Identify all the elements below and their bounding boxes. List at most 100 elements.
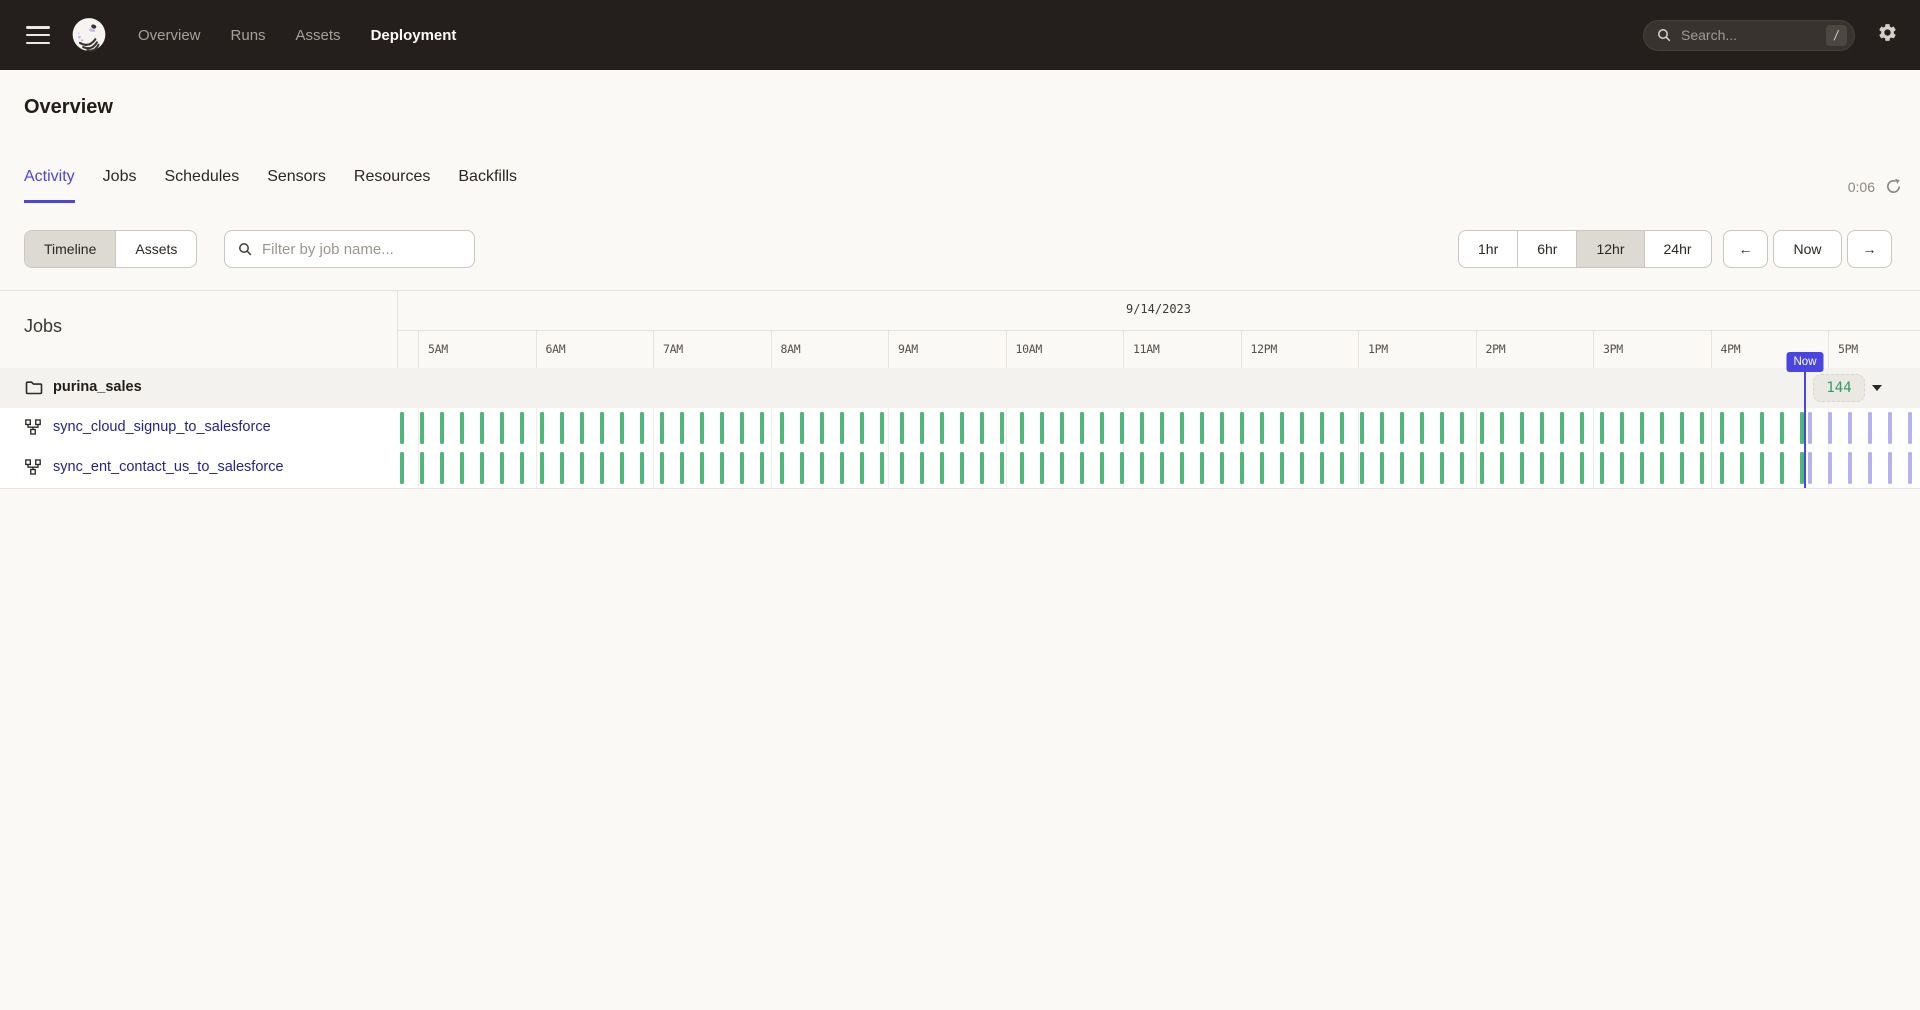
run-tick[interactable] [1400, 412, 1404, 444]
scheduled-run-tick[interactable] [1848, 452, 1852, 484]
run-tick[interactable] [720, 412, 724, 444]
run-tick[interactable] [1660, 412, 1664, 444]
run-count-badge[interactable]: 144 [1813, 374, 1865, 402]
run-tick[interactable] [1620, 412, 1624, 444]
range-6hr[interactable]: 6hr [1517, 231, 1576, 267]
run-tick[interactable] [1680, 412, 1684, 444]
run-tick[interactable] [1160, 412, 1164, 444]
run-tick[interactable] [1220, 452, 1224, 484]
job-filter-input[interactable]: Filter by job name... [224, 230, 475, 268]
run-tick[interactable] [1480, 452, 1484, 484]
search-input[interactable]: Search... / [1643, 20, 1855, 51]
run-tick[interactable] [440, 452, 444, 484]
tab-activity[interactable]: Activity [24, 168, 75, 203]
run-tick[interactable] [1440, 452, 1444, 484]
run-tick[interactable] [400, 452, 404, 484]
run-tick[interactable] [620, 452, 624, 484]
nav-item-overview[interactable]: Overview [138, 27, 201, 44]
run-tick[interactable] [480, 412, 484, 444]
run-tick[interactable] [660, 452, 664, 484]
scheduled-run-tick[interactable] [1868, 452, 1872, 484]
tab-jobs[interactable]: Jobs [103, 168, 137, 203]
run-tick[interactable] [1240, 412, 1244, 444]
timeline-next-button[interactable]: → [1847, 230, 1892, 268]
run-tick[interactable] [1700, 452, 1704, 484]
hamburger-menu-icon[interactable] [26, 26, 50, 44]
run-tick[interactable] [940, 452, 944, 484]
run-tick[interactable] [1360, 412, 1364, 444]
run-tick[interactable] [1760, 412, 1764, 444]
run-tick[interactable] [1260, 452, 1264, 484]
scheduled-run-tick[interactable] [1888, 452, 1892, 484]
range-1hr[interactable]: 1hr [1459, 231, 1517, 267]
run-tick[interactable] [1780, 412, 1784, 444]
run-tick[interactable] [1640, 412, 1644, 444]
nav-item-assets[interactable]: Assets [296, 27, 341, 44]
run-tick[interactable] [440, 412, 444, 444]
run-tick[interactable] [1200, 452, 1204, 484]
run-tick[interactable] [1000, 412, 1004, 444]
run-tick[interactable] [840, 452, 844, 484]
run-tick[interactable] [1500, 452, 1504, 484]
run-tick[interactable] [1580, 412, 1584, 444]
run-tick[interactable] [820, 412, 824, 444]
run-tick[interactable] [1320, 452, 1324, 484]
tab-schedules[interactable]: Schedules [164, 168, 239, 203]
run-tick[interactable] [600, 452, 604, 484]
run-tick[interactable] [420, 452, 424, 484]
run-tick[interactable] [560, 412, 564, 444]
run-tick[interactable] [1260, 412, 1264, 444]
run-tick[interactable] [900, 452, 904, 484]
run-tick[interactable] [1520, 412, 1524, 444]
run-tick[interactable] [1040, 412, 1044, 444]
tab-backfills[interactable]: Backfills [458, 168, 517, 203]
run-tick[interactable] [1780, 452, 1784, 484]
run-tick[interactable] [1380, 452, 1384, 484]
run-tick[interactable] [1760, 452, 1764, 484]
run-tick[interactable] [1520, 452, 1524, 484]
run-tick[interactable] [500, 452, 504, 484]
run-tick[interactable] [1540, 412, 1544, 444]
run-tick[interactable] [1300, 412, 1304, 444]
run-tick[interactable] [1400, 452, 1404, 484]
run-tick[interactable] [1560, 412, 1564, 444]
run-tick[interactable] [580, 412, 584, 444]
run-tick[interactable] [1720, 412, 1724, 444]
run-tick[interactable] [460, 412, 464, 444]
timeline-prev-button[interactable]: ← [1723, 230, 1768, 268]
run-tick[interactable] [1660, 452, 1664, 484]
range-24hr[interactable]: 24hr [1644, 231, 1711, 267]
run-tick[interactable] [720, 452, 724, 484]
run-tick[interactable] [980, 452, 984, 484]
run-tick[interactable] [1380, 412, 1384, 444]
run-tick[interactable] [1140, 412, 1144, 444]
run-tick[interactable] [800, 452, 804, 484]
job-row-link[interactable]: sync_ent_contact_us_to_salesforce [53, 459, 284, 475]
run-tick[interactable] [1200, 412, 1204, 444]
chevron-down-icon[interactable] [1872, 385, 1882, 391]
run-tick[interactable] [1620, 452, 1624, 484]
view-mode-timeline[interactable]: Timeline [25, 231, 115, 267]
run-tick[interactable] [1340, 452, 1344, 484]
run-tick[interactable] [560, 452, 564, 484]
run-tick[interactable] [1640, 452, 1644, 484]
run-tick[interactable] [640, 452, 644, 484]
run-tick[interactable] [1100, 452, 1104, 484]
scheduled-run-tick[interactable] [1848, 412, 1852, 444]
run-tick[interactable] [880, 412, 884, 444]
scheduled-run-tick[interactable] [1808, 412, 1812, 444]
run-tick[interactable] [1240, 452, 1244, 484]
scheduled-run-tick[interactable] [1908, 412, 1912, 444]
run-tick[interactable] [1080, 452, 1084, 484]
run-tick[interactable] [1340, 412, 1344, 444]
run-tick[interactable] [600, 412, 604, 444]
scheduled-run-tick[interactable] [1908, 452, 1912, 484]
job-row-link[interactable]: sync_cloud_signup_to_salesforce [53, 419, 271, 435]
run-tick[interactable] [1420, 412, 1424, 444]
run-tick[interactable] [1280, 412, 1284, 444]
run-tick[interactable] [680, 452, 684, 484]
nav-item-runs[interactable]: Runs [231, 27, 266, 44]
dagster-logo[interactable] [70, 16, 108, 54]
run-tick[interactable] [460, 452, 464, 484]
run-tick[interactable] [920, 412, 924, 444]
